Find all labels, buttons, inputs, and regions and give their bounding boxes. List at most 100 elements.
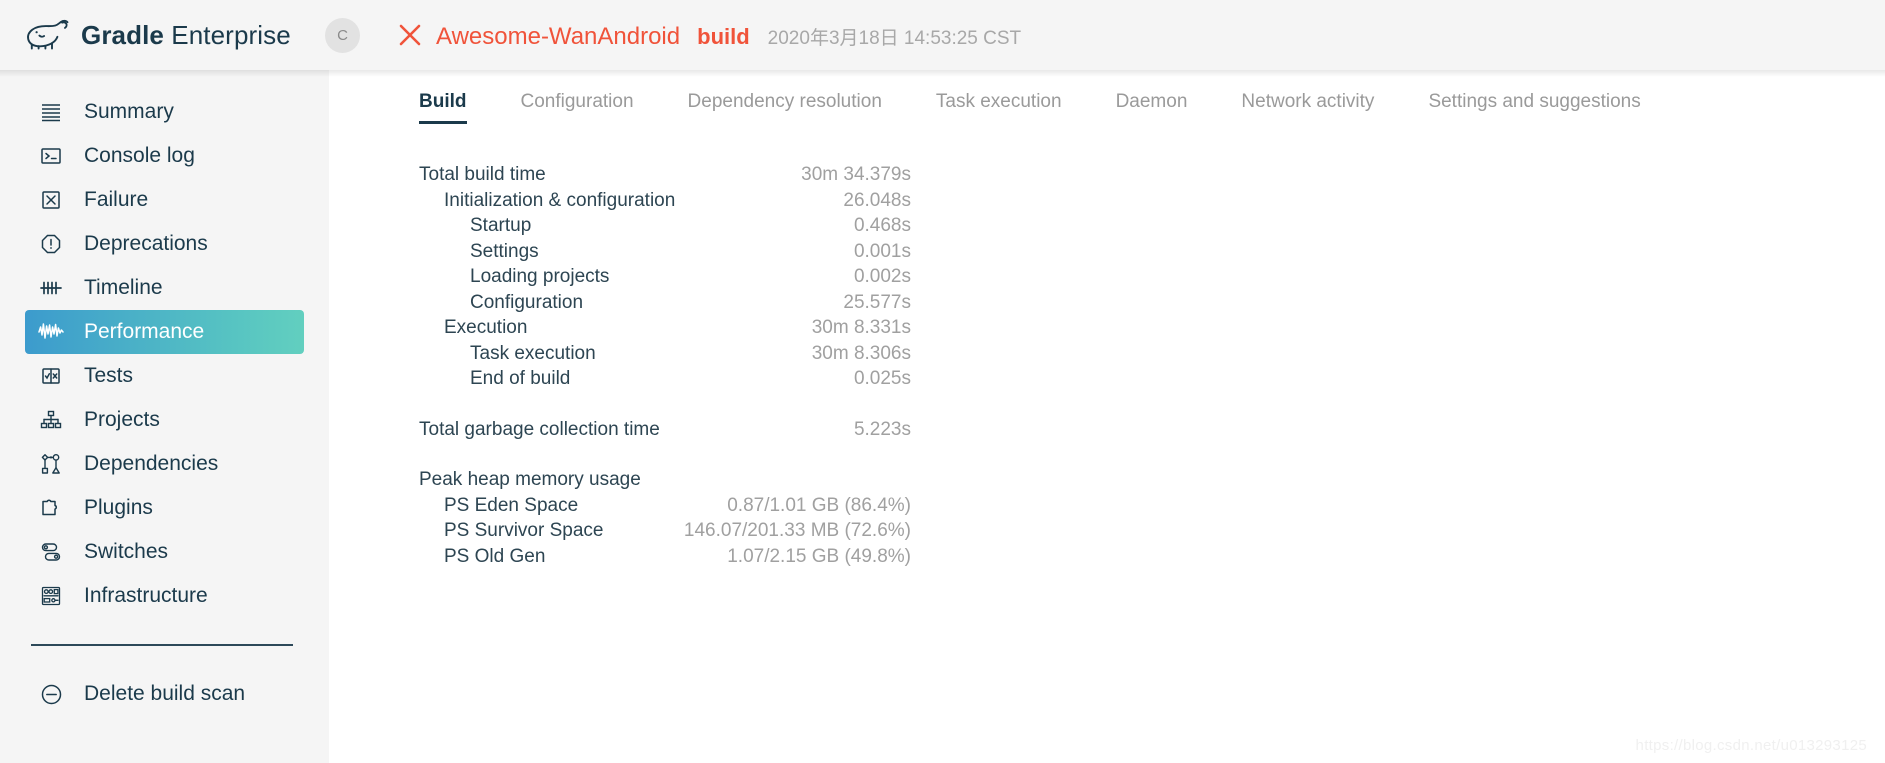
- metric-row: PS Old Gen 1.07/2.15 GB (49.8%): [419, 546, 911, 572]
- metric-value: 5.223s: [853, 418, 911, 440]
- sidebar-item-label: Projects: [84, 408, 160, 431]
- projects-tree-icon: [36, 405, 66, 435]
- sidebar-item-label: Failure: [84, 188, 149, 211]
- sidebar-item-label: Summary: [84, 100, 174, 123]
- sidebar-item-label: Dependencies: [84, 452, 219, 475]
- metric-value: 0.001s: [853, 240, 911, 262]
- sidebar-item-infrastructure[interactable]: Infrastructure: [25, 574, 304, 618]
- sidebar-item-timeline[interactable]: Timeline: [25, 266, 304, 310]
- metric-row: Startup 0.468s: [419, 215, 911, 241]
- metric-value: 0.025s: [853, 368, 911, 389]
- sidebar-divider: [31, 644, 293, 646]
- gradle-elephant-logo: [26, 19, 70, 51]
- brand-name-light: Enterprise: [171, 19, 291, 50]
- plugins-puzzle-icon: [36, 493, 66, 523]
- metric-value: 30m 8.331s: [811, 317, 911, 338]
- sidebar-item-deprecations[interactable]: Deprecations: [25, 222, 304, 266]
- metric-value: 30m 34.379s: [801, 164, 911, 185]
- metric-label: PS Survivor Space: [444, 520, 604, 541]
- metric-value: 0.468s: [853, 215, 911, 236]
- metric-row: Task execution 30m 8.306s: [419, 343, 911, 369]
- sidebar-item-console-log[interactable]: Console log: [25, 134, 304, 178]
- brand[interactable]: Gradle Enterprise: [0, 19, 329, 51]
- avatar-initial: C: [337, 26, 348, 44]
- sidebar-item-label: Switches: [84, 540, 169, 563]
- watermark: https://blog.csdn.net/u013293125: [1635, 737, 1867, 754]
- sidebar-item-label: Timeline: [84, 276, 163, 299]
- metric-value: 0.87/1.01 GB (86.4%): [727, 494, 911, 516]
- metric-label: End of build: [470, 368, 571, 389]
- tab-bar: Build Configuration Dependency resolutio…: [329, 70, 1885, 124]
- tab-task-execution[interactable]: Task execution: [936, 91, 1062, 124]
- metric-label: Settings: [470, 240, 539, 262]
- sidebar-item-plugins[interactable]: Plugins: [25, 486, 304, 530]
- switches-toggle-icon: [36, 537, 66, 567]
- tab-dependency-resolution[interactable]: Dependency resolution: [688, 91, 882, 124]
- metric-value: 0.002s: [853, 266, 911, 287]
- sidebar-item-switches[interactable]: Switches: [25, 530, 304, 574]
- metric-row: Initialization & configuration 26.048s: [419, 190, 911, 216]
- delete-build-scan-button[interactable]: Delete build scan: [25, 672, 304, 716]
- brand-text: Gradle Enterprise: [81, 20, 291, 51]
- metric-value: 26.048s: [843, 189, 911, 211]
- failure-x-icon: [398, 23, 422, 47]
- timeline-ticks-icon: [36, 273, 66, 303]
- console-prompt-icon: [36, 141, 66, 171]
- metric-value: 25.577s: [843, 291, 911, 313]
- metric-row: Execution 30m 8.331s: [419, 317, 911, 343]
- tab-settings-and-suggestions[interactable]: Settings and suggestions: [1428, 91, 1640, 124]
- sidebar-item-failure[interactable]: Failure: [25, 178, 304, 222]
- metric-label: PS Eden Space: [444, 494, 579, 516]
- metric-row: Loading projects 0.002s: [419, 266, 911, 292]
- metric-label: Loading projects: [470, 266, 610, 287]
- sidebar-item-performance[interactable]: Performance: [25, 310, 304, 354]
- metric-row: PS Eden Space 0.87/1.01 GB (86.4%): [419, 495, 911, 521]
- metric-label: Total build time: [419, 164, 546, 185]
- build-label: build: [697, 23, 750, 49]
- tests-check-x-icon: [36, 361, 66, 391]
- metric-label: Execution: [444, 317, 528, 338]
- delete-build-scan-label: Delete build scan: [84, 682, 246, 705]
- project-name[interactable]: Awesome-WanAndroid: [436, 23, 680, 51]
- warning-octagon-icon: [36, 229, 66, 259]
- summary-lines-icon: [36, 97, 66, 127]
- heap-group: Peak heap memory usage PS Eden Space 0.8…: [419, 469, 1885, 571]
- build-timestamp: 2020年3月18日 14:53:25 CST: [767, 27, 1022, 49]
- sidebar-item-projects[interactable]: Projects: [25, 398, 304, 442]
- metric-value: 146.07/201.33 MB (72.6%): [683, 520, 911, 541]
- metric-value: 30m 8.306s: [811, 342, 911, 364]
- metric-label: Task execution: [470, 342, 596, 364]
- tab-configuration[interactable]: Configuration: [521, 91, 634, 124]
- metric-label: PS Old Gen: [444, 545, 546, 567]
- build-title: Awesome-WanAndroid build 2020年3月18日 14:5…: [398, 20, 1021, 51]
- minus-circle-icon: [36, 679, 66, 709]
- sidebar-item-summary[interactable]: Summary: [25, 90, 304, 134]
- sidebar: Summary Console log Failure Deprecations…: [0, 70, 329, 763]
- tab-daemon[interactable]: Daemon: [1116, 91, 1188, 124]
- metric-row: Settings 0.001s: [419, 241, 911, 267]
- tab-build[interactable]: Build: [419, 91, 467, 124]
- sidebar-item-tests[interactable]: Tests: [25, 354, 304, 398]
- tab-network-activity[interactable]: Network activity: [1241, 91, 1374, 124]
- performance-wave-icon: [36, 317, 66, 347]
- failure-box-x-icon: [36, 185, 66, 215]
- metric-row: PS Survivor Space 146.07/201.33 MB (72.6…: [419, 520, 911, 546]
- metric-row: End of build 0.025s: [419, 368, 911, 394]
- sidebar-item-dependencies[interactable]: Dependencies: [25, 442, 304, 486]
- metric-label: Configuration: [470, 291, 584, 313]
- metric-label: Startup: [470, 215, 532, 236]
- heap-section-title: Peak heap memory usage: [419, 469, 641, 490]
- main-content: Build Configuration Dependency resolutio…: [329, 70, 1885, 763]
- app-header: Gradle Enterprise C Awesome-WanAndroid b…: [0, 0, 1885, 70]
- dependencies-graph-icon: [36, 449, 66, 479]
- sidebar-item-label: Performance: [84, 320, 205, 343]
- infrastructure-icon: [36, 581, 66, 611]
- sidebar-item-label: Tests: [84, 364, 134, 387]
- avatar[interactable]: C: [325, 17, 360, 53]
- sidebar-item-label: Infrastructure: [84, 584, 208, 607]
- sidebar-item-label: Plugins: [84, 496, 153, 519]
- build-time-group: Total build time 30m 34.379s Initializat…: [419, 164, 1885, 394]
- sidebar-item-label: Console log: [84, 144, 195, 167]
- metric-value: 1.07/2.15 GB (49.8%): [727, 545, 911, 567]
